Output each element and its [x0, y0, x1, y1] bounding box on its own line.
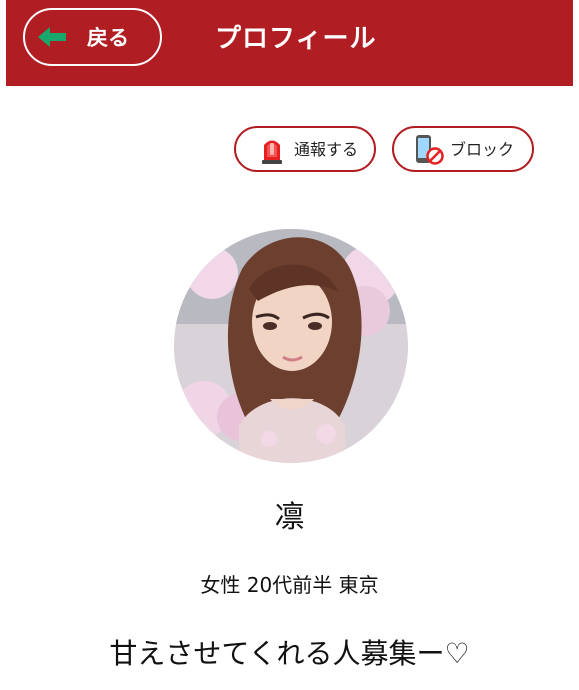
- profile-photo: [174, 229, 408, 463]
- back-label: 戻る: [87, 26, 129, 50]
- avatar: [174, 229, 408, 463]
- block-label: ブロック: [450, 140, 515, 159]
- report-button[interactable]: 通報する: [234, 126, 376, 172]
- profile-message: 甘えさせてくれる人募集ー♡: [109, 637, 470, 670]
- profile-page: 戻る プロフィール 通報する ブロック 凛 女性 20代前半 東京 甘えさせてく…: [0, 0, 579, 690]
- profile-name: 凛: [274, 500, 305, 535]
- siren-icon: [262, 140, 282, 164]
- phone-block-icon: [416, 135, 444, 165]
- profile-meta: 女性 20代前半 東京: [200, 573, 379, 597]
- header-bar: 戻る プロフィール: [6, 0, 573, 86]
- page-title: プロフィール: [215, 24, 377, 54]
- back-button[interactable]: 戻る: [23, 8, 162, 66]
- report-label: 通報する: [294, 140, 359, 159]
- back-arrow-icon: [38, 27, 66, 47]
- block-button[interactable]: ブロック: [392, 126, 534, 172]
